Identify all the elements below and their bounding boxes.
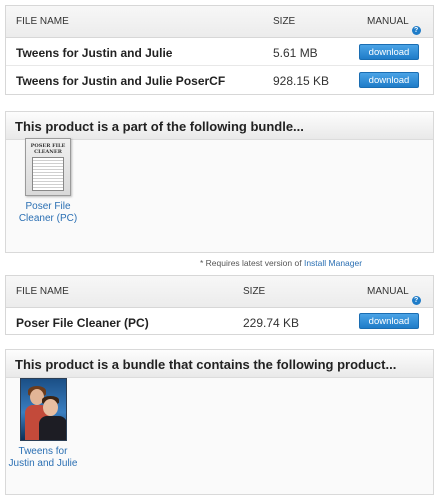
requirement-note: * Requires latest version of Install Man… xyxy=(200,258,362,268)
file-size: 928.15 KB xyxy=(273,74,330,88)
product-thumbnail[interactable]: POSER FILE CLEANER xyxy=(25,138,71,196)
col-size: SIZE xyxy=(243,286,266,297)
files-table: FILE NAME SIZE MANUAL? Poser File Cleane… xyxy=(5,275,434,335)
file-name: Tweens for Justin and Julie PoserCF xyxy=(16,74,226,88)
product-thumbnail[interactable] xyxy=(19,378,67,441)
files-table: FILE NAME SIZE MANUAL? Tweens for Justin… xyxy=(5,5,434,95)
download-button[interactable]: download xyxy=(359,72,419,88)
section-title: This product is a bundle that contains t… xyxy=(6,350,433,378)
help-icon[interactable]: ? xyxy=(411,296,421,305)
file-name: Poser File Cleaner (PC) xyxy=(16,316,149,330)
table-row: Tweens for Justin and Julie PoserCF 928.… xyxy=(6,66,433,94)
file-name: Tweens for Justin and Julie xyxy=(16,46,173,60)
part-of-bundle-section: This product is a part of the following … xyxy=(5,111,434,253)
col-size: SIZE xyxy=(273,16,296,27)
table-row: Tweens for Justin and Julie 5.61 MB down… xyxy=(6,38,433,66)
help-icon[interactable]: ? xyxy=(411,26,421,35)
download-button[interactable]: download xyxy=(359,313,419,329)
table-row: Poser File Cleaner (PC) 229.74 KB downlo… xyxy=(6,308,433,334)
col-manual-label: MANUAL xyxy=(367,16,409,27)
product-label-line2[interactable]: Cleaner (PC) xyxy=(19,213,77,224)
install-manager-link[interactable]: Install Manager xyxy=(304,258,362,268)
col-file-name: FILE NAME xyxy=(16,286,69,297)
product-label-line2[interactable]: Justin and Julie xyxy=(9,458,78,469)
download-button[interactable]: download xyxy=(359,44,419,60)
requirement-text: * Requires latest version of xyxy=(200,258,304,268)
bundle-contains-section: This product is a bundle that contains t… xyxy=(5,349,434,495)
bundle-product[interactable]: POSER FILE CLEANER Poser File Cleaner (PC… xyxy=(13,138,83,225)
col-manual: MANUAL? xyxy=(367,16,421,35)
file-size: 229.74 KB xyxy=(243,316,300,330)
thumbnail-screen xyxy=(32,157,64,191)
col-manual-label: MANUAL xyxy=(367,286,409,297)
file-size: 5.61 MB xyxy=(273,46,318,60)
section-title: This product is a part of the following … xyxy=(6,112,433,140)
col-manual: MANUAL? xyxy=(367,286,421,305)
product-label-line1[interactable]: Tweens for xyxy=(19,446,68,457)
product-link[interactable]: Tweens for Justin and Julie xyxy=(8,446,78,470)
product-label-line1[interactable]: Poser File xyxy=(25,201,70,212)
product-link[interactable]: Poser File Cleaner (PC) xyxy=(13,201,83,225)
files-table-header: FILE NAME SIZE MANUAL? xyxy=(6,276,433,308)
files-table-header: FILE NAME SIZE MANUAL? xyxy=(6,6,433,38)
bundle-product[interactable]: Tweens for Justin and Julie xyxy=(8,378,78,470)
figure-shape xyxy=(42,399,58,416)
thumbnail-logo-text: POSER FILE CLEANER xyxy=(30,143,66,155)
figure-shape xyxy=(38,416,66,440)
col-file-name: FILE NAME xyxy=(16,16,69,27)
